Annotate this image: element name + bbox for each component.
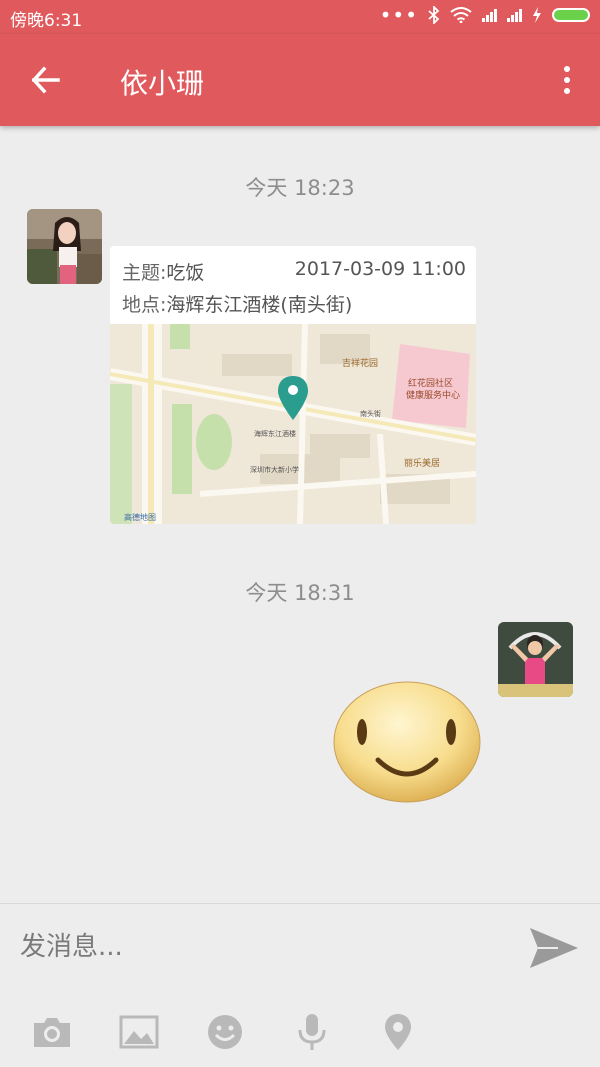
overflow-menu-icon[interactable] (564, 66, 572, 96)
message-timestamp-2: 今天 18:31 (245, 581, 355, 605)
message-input[interactable]: 发消息... (20, 926, 123, 963)
my-avatar[interactable] (498, 622, 573, 697)
app-bar: 依小珊 (0, 34, 600, 126)
map-label-lile: 丽乐美居 (404, 457, 440, 469)
map-label-amap: 高德地图 (124, 512, 156, 522)
map-label-school: 深圳市大新小学 (250, 465, 299, 474)
bluetooth-icon (428, 6, 440, 24)
page-title: 依小珊 (120, 67, 205, 100)
subject-value: 吃饭 (166, 262, 205, 284)
composer-bar: 发消息... (0, 903, 600, 990)
wifi-icon (450, 7, 472, 23)
location-message-card[interactable]: 主题:吃饭 2017-03-09 11:00 地点:海辉东江酒楼(南头街) 吉祥… (110, 246, 476, 524)
subject-label: 主题: (122, 262, 167, 284)
back-arrow-icon[interactable] (28, 62, 64, 98)
contact-avatar[interactable] (27, 209, 102, 284)
location-icon[interactable] (378, 1013, 418, 1051)
camera-icon[interactable] (32, 1013, 72, 1051)
image-icon[interactable] (119, 1013, 159, 1051)
status-time: 傍晚6:31 (10, 11, 83, 31)
battery-icon (552, 8, 590, 22)
location-map[interactable]: 吉祥花园 红花园社区 健康服务中心 海辉东江酒楼 丽乐美居 深圳市大新小学 南头… (110, 323, 476, 524)
event-datetime: 2017-03-09 11:00 (294, 258, 466, 280)
signal-icon-2 (507, 8, 522, 22)
map-label-nantou: 南头街 (360, 409, 381, 418)
map-label-hongyuan: 红花园社区 (408, 377, 453, 389)
charging-icon (533, 7, 541, 23)
place-row: 地点:海辉东江酒楼(南头街) (122, 290, 466, 317)
more-dots-icon: ••• (379, 3, 418, 27)
map-label-health: 健康服务中心 (406, 389, 460, 401)
smiley-emoji-message[interactable] (332, 676, 482, 804)
signal-icon (482, 8, 497, 22)
status-bar: 傍晚6:31 ••• (0, 0, 600, 34)
map-label-hotel: 海辉东江酒楼 (254, 429, 296, 438)
status-icons: ••• (379, 3, 590, 27)
map-label-jixiang: 吉祥花园 (342, 357, 378, 369)
place-value: 海辉东江酒楼(南头街) (166, 294, 353, 316)
send-icon[interactable] (528, 924, 580, 972)
message-timestamp: 今天 18:23 (245, 176, 355, 200)
emoji-icon[interactable] (205, 1013, 245, 1051)
microphone-icon[interactable] (292, 1013, 332, 1051)
place-label: 地点: (122, 294, 167, 316)
composer-tools (0, 1005, 600, 1057)
